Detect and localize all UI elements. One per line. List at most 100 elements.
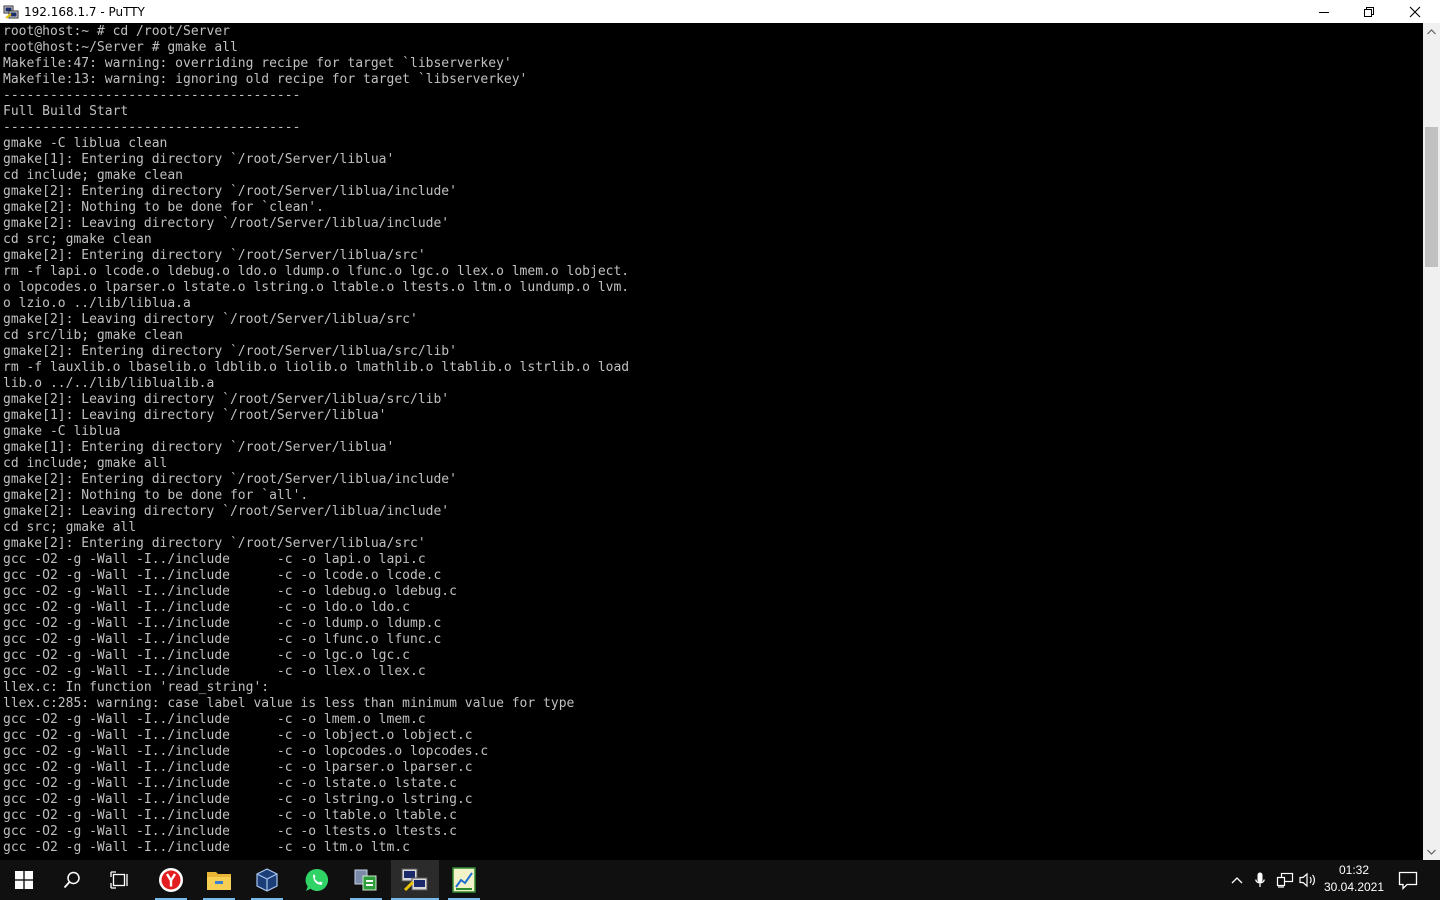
minimize-icon bbox=[1319, 11, 1329, 13]
terminal-line: gcc -O2 -g -Wall -I../include -c -o lopc… bbox=[3, 744, 489, 759]
network-icon bbox=[1276, 872, 1294, 888]
terminal-text: root@host:~ # cd /root/Server root@host:~… bbox=[0, 23, 1423, 856]
terminal-line: rm -f lauxlib.o lbaselib.o ldblib.o liol… bbox=[3, 360, 630, 375]
terminal-line: llex.c:285: warning: case label value is… bbox=[3, 696, 575, 711]
windows-logo-icon bbox=[15, 871, 33, 889]
window-title: 192.168.1.7 - PuTTY bbox=[24, 4, 145, 19]
terminal-line: gcc -O2 -g -Wall -I../include -c -o ldeb… bbox=[3, 584, 457, 599]
taskbar-app-chart-tool[interactable] bbox=[440, 860, 488, 900]
clock-time: 01:32 bbox=[1338, 863, 1370, 877]
show-hidden-icons-button[interactable] bbox=[1227, 870, 1247, 890]
action-center-icon bbox=[1398, 871, 1418, 890]
terminal-line: gmake[2]: Entering directory `/root/Serv… bbox=[3, 248, 426, 263]
chart-app-icon bbox=[452, 867, 476, 893]
terminal-line: o lopcodes.o lparser.o lstate.o lstring.… bbox=[3, 280, 630, 295]
volume-button[interactable] bbox=[1298, 870, 1318, 890]
terminal-line: gmake -C liblua clean bbox=[3, 136, 168, 151]
terminal-line: gcc -O2 -g -Wall -I../include -c -o ltm.… bbox=[3, 840, 410, 855]
microphone-button[interactable] bbox=[1250, 870, 1270, 890]
scrollbar-thumb[interactable] bbox=[1425, 127, 1438, 267]
terminal-line: root@host:~ # cd /root/Server bbox=[3, 24, 230, 39]
terminal-line: gcc -O2 -g -Wall -I../include -c -o lpar… bbox=[3, 760, 473, 775]
taskbar-clock[interactable]: 01:32 30.04.2021 bbox=[1318, 862, 1390, 898]
terminal-line: gmake[2]: Entering directory `/root/Serv… bbox=[3, 472, 457, 487]
whatsapp-icon bbox=[305, 868, 329, 891]
search-button[interactable] bbox=[48, 860, 96, 900]
copy-tool-icon bbox=[354, 869, 377, 891]
window-titlebar[interactable]: 192.168.1.7 - PuTTY bbox=[0, 0, 1440, 23]
terminal-line: gmake[2]: Leaving directory `/root/Serve… bbox=[3, 504, 450, 519]
terminal-line: -------------------------------------- bbox=[3, 120, 301, 135]
terminal-line: gcc -O2 -g -Wall -I../include -c -o ldum… bbox=[3, 616, 442, 631]
chevron-down-icon bbox=[1427, 849, 1436, 855]
terminal-line: gcc -O2 -g -Wall -I../include -c -o lgc.… bbox=[3, 648, 410, 663]
clock-date: 30.04.2021 bbox=[1323, 880, 1385, 894]
terminal-line: Makefile:47: warning: overriding recipe … bbox=[3, 56, 512, 71]
putty-icon[interactable] bbox=[3, 4, 19, 20]
taskbar-app-copy-tool[interactable] bbox=[342, 860, 390, 900]
microphone-icon bbox=[1255, 872, 1265, 887]
terminal-line: gcc -O2 -g -Wall -I../include -c -o lobj… bbox=[3, 728, 473, 743]
terminal-output[interactable]: root@host:~ # cd /root/Server root@host:~… bbox=[0, 23, 1423, 860]
terminal-line: gmake[2]: Nothing to be done for `all'. bbox=[3, 488, 309, 503]
network-button[interactable] bbox=[1275, 870, 1295, 890]
terminal-line: rm -f lapi.o lcode.o ldebug.o ldo.o ldum… bbox=[3, 264, 630, 279]
yandex-browser-icon bbox=[159, 868, 183, 892]
terminal-line: gmake[2]: Entering directory `/root/Serv… bbox=[3, 344, 457, 359]
terminal-line: gcc -O2 -g -Wall -I../include -c -o lstr… bbox=[3, 792, 473, 807]
virtualbox-icon bbox=[256, 868, 278, 892]
scroll-down-button[interactable] bbox=[1423, 843, 1440, 860]
terminal-line: -------------------------------------- bbox=[3, 88, 301, 103]
terminal-line: cd src; gmake all bbox=[3, 520, 137, 535]
taskbar-app-putty[interactable] bbox=[391, 860, 439, 900]
chevron-up-icon bbox=[1427, 28, 1436, 34]
terminal-line: gmake[2]: Leaving directory `/root/Serve… bbox=[3, 312, 418, 327]
terminal-line: gmake[1]: Entering directory `/root/Serv… bbox=[3, 152, 395, 167]
terminal-line: llex.c: In function 'read_string': bbox=[3, 680, 270, 695]
terminal-line: gmake[2]: Leaving directory `/root/Serve… bbox=[3, 392, 450, 407]
terminal-line: gmake[2]: Nothing to be done for `clean'… bbox=[3, 200, 324, 215]
terminal-line: Full Build Start bbox=[3, 104, 129, 119]
terminal-line: Makefile:13: warning: ignoring old recip… bbox=[3, 72, 528, 87]
terminal-line: gmake[2]: Entering directory `/root/Serv… bbox=[3, 184, 457, 199]
minimize-button[interactable] bbox=[1301, 0, 1347, 23]
terminal-line: gcc -O2 -g -Wall -I../include -c -o lmem… bbox=[3, 712, 426, 727]
terminal-line: o lzio.o ../lib/liblua.a bbox=[3, 296, 191, 311]
taskbar-app-yandex-browser[interactable] bbox=[147, 860, 195, 900]
taskbar-app-virtualbox[interactable] bbox=[243, 860, 291, 900]
terminal-line: cd src; gmake clean bbox=[3, 232, 152, 247]
terminal-line: cd src/lib; gmake clean bbox=[3, 328, 184, 343]
folder-icon bbox=[207, 872, 231, 890]
restore-icon bbox=[1364, 6, 1374, 17]
volume-icon bbox=[1299, 872, 1315, 888]
chevron-up-icon bbox=[1231, 877, 1243, 884]
task-view-icon bbox=[110, 871, 128, 889]
task-view-button[interactable] bbox=[96, 860, 144, 900]
terminal-line: gcc -O2 -g -Wall -I../include -c -o lapi… bbox=[3, 552, 426, 567]
terminal-line: cd include; gmake all bbox=[3, 456, 168, 471]
terminal-line: gmake[2]: Leaving directory `/root/Serve… bbox=[3, 216, 450, 231]
scroll-up-button[interactable] bbox=[1423, 23, 1440, 40]
terminal-line: gcc -O2 -g -Wall -I../include -c -o ltab… bbox=[3, 808, 457, 823]
putty-icon bbox=[401, 868, 428, 892]
action-center-button[interactable] bbox=[1397, 869, 1419, 891]
taskbar bbox=[0, 860, 1440, 900]
start-button[interactable] bbox=[0, 860, 48, 900]
terminal-line: gcc -O2 -g -Wall -I../include -c -o ldo.… bbox=[3, 600, 410, 615]
vertical-scrollbar[interactable] bbox=[1423, 23, 1440, 860]
terminal-line: root@host:~/Server # gmake all bbox=[3, 40, 238, 55]
taskbar-app-file-explorer[interactable] bbox=[195, 860, 243, 900]
terminal-line: gcc -O2 -g -Wall -I../include -c -o ltes… bbox=[3, 824, 457, 839]
terminal-line: gmake[1]: Leaving directory `/root/Serve… bbox=[3, 408, 387, 423]
terminal-line: lib.o ../../lib/liblualib.a bbox=[3, 376, 215, 391]
close-icon bbox=[1409, 6, 1421, 17]
close-button[interactable] bbox=[1392, 0, 1438, 23]
terminal-line: gcc -O2 -g -Wall -I../include -c -o lsta… bbox=[3, 776, 457, 791]
terminal-line: gcc -O2 -g -Wall -I../include -c -o lcod… bbox=[3, 568, 442, 583]
terminal-line: gcc -O2 -g -Wall -I../include -c -o llex… bbox=[3, 664, 426, 679]
restore-button[interactable] bbox=[1346, 0, 1392, 23]
terminal-line: gcc -O2 -g -Wall -I../include -c -o lfun… bbox=[3, 632, 442, 647]
terminal-line: gmake -C liblua bbox=[3, 424, 121, 439]
taskbar-app-whatsapp[interactable] bbox=[293, 860, 341, 900]
search-icon bbox=[63, 871, 80, 889]
